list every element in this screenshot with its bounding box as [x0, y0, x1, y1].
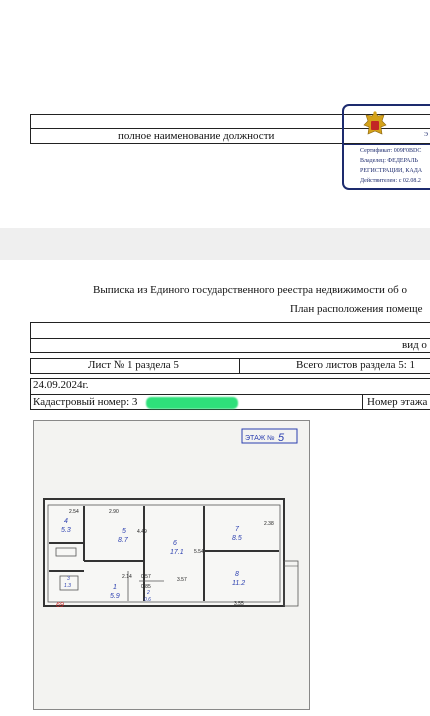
room-3-number: 3: [67, 576, 70, 582]
dim-7: 0.57: [141, 574, 151, 580]
room-6-number: 6: [173, 540, 177, 547]
room-7-area: 8.5: [232, 535, 242, 542]
room-6-area: 17.1: [170, 549, 184, 556]
room-1-area: 5.9: [110, 593, 120, 600]
extract-heading: Выписка из Единого государственного реес…: [93, 284, 407, 296]
position-caption: полное наименование должности: [118, 130, 275, 142]
page-separator: [0, 228, 430, 260]
stamp-validity: Действителен: с 02.08.2: [360, 178, 421, 184]
redaction-highlight: [146, 397, 238, 409]
room-1-number: 1: [113, 584, 117, 591]
dim-3: 4.49: [137, 529, 147, 535]
dim-5: 2.38: [264, 521, 274, 527]
floor-stamp-number: 5: [278, 432, 285, 444]
dim-2: 2.90: [109, 509, 119, 515]
document-page-top: полное наименование должности Э Сертифик…: [0, 0, 430, 228]
room-5-area: 8.7: [118, 537, 129, 544]
stamp-title: Э: [424, 132, 428, 138]
floor-cell-divider: [362, 394, 363, 410]
room-4-number: 4: [64, 518, 68, 525]
floor-number-label: Номер этажа: [367, 396, 428, 408]
dim-1: 2.54: [69, 509, 79, 515]
stamp-header: Э: [344, 106, 430, 145]
room-2-area: 0.6: [144, 597, 151, 603]
date-row-divider: [30, 394, 430, 395]
dim-4: 5.54: [194, 549, 204, 555]
header-table-divider: [30, 338, 430, 339]
apartment-label: 69: [56, 602, 64, 609]
room-3-area: 1.3: [64, 583, 71, 589]
stamp-certificate: Сертификат: 009F0BDC: [360, 148, 422, 154]
view-cell: вид о: [402, 339, 427, 351]
stamp-organization: РЕГИСТРАЦИИ, КАДА: [360, 168, 423, 174]
sheet-row-divider: [239, 358, 240, 374]
floor-plan-drawing: ЭТАЖ № 5 2.54 2.90 4.49 5.54 2.38 2.14 0…: [43, 428, 299, 609]
floor-plan-image: ЭТАЖ № 5 2.54 2.90 4.49 5.54 2.38 2.14 0…: [33, 420, 310, 710]
room-8-number: 8: [235, 571, 239, 578]
room-4-area: 5.3: [61, 527, 71, 534]
floor-stamp-label: ЭТАЖ №: [245, 435, 275, 442]
room-8-area: 11.2: [232, 580, 245, 587]
extract-date: 24.09.2024г.: [33, 379, 89, 391]
stamp-owner: Владелец: ФЕДЕРАЛЬ: [360, 158, 418, 164]
digital-signature-stamp: Э Сертификат: 009F0BDC Владелец: ФЕДЕРАЛ…: [342, 104, 430, 190]
extract-subheading: План расположения помеще: [290, 303, 423, 315]
room-5-number: 5: [122, 528, 126, 535]
sheet-label: Лист № 1 раздела 5: [88, 359, 179, 371]
dim-9: 3.57: [177, 577, 187, 583]
total-sheets-label: Всего листов раздела 5: 1: [296, 359, 416, 371]
room-2-number: 2: [146, 590, 150, 596]
dim-10: 3.55: [234, 601, 244, 607]
emblem-icon: [363, 111, 387, 135]
dim-6: 2.14: [122, 574, 132, 580]
cadastral-number-label: Кадастровый номер: 3: [33, 396, 138, 408]
